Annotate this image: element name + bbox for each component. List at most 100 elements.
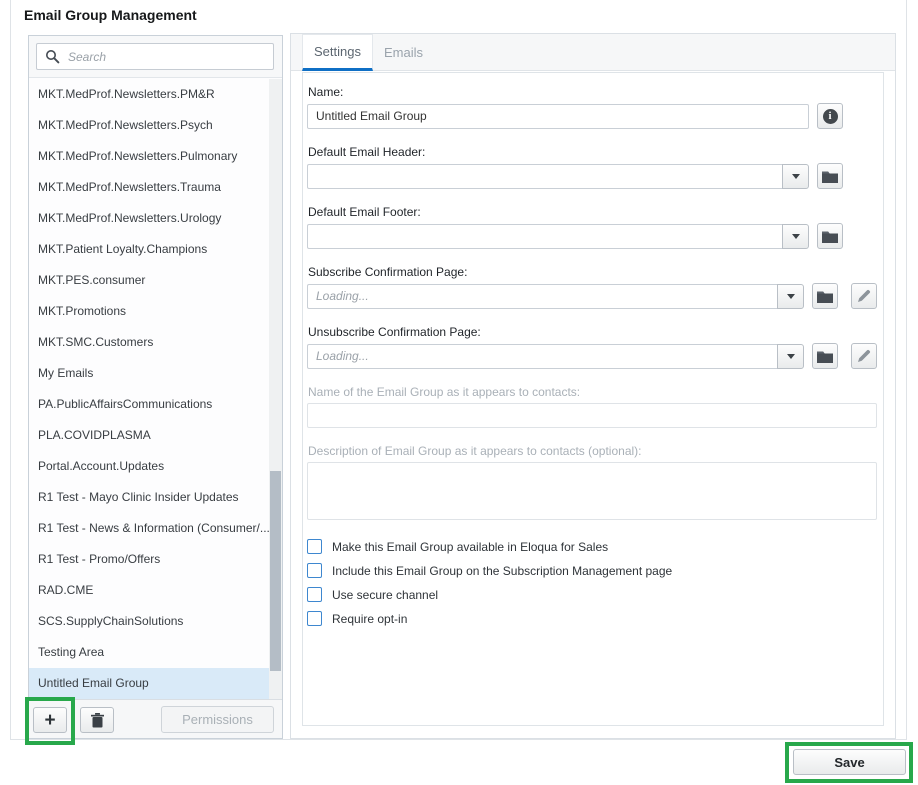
unsubscribe-page-group: Unsubscribe Confirmation Page: <box>307 325 877 369</box>
checkbox-secure-channel[interactable] <box>307 587 322 602</box>
chevron-down-icon <box>792 174 800 179</box>
subscribe-page-input[interactable] <box>307 284 777 309</box>
folder-icon <box>822 230 838 243</box>
list-item[interactable]: MKT.PES.consumer <box>29 265 269 296</box>
list-item[interactable]: MKT.MedProf.Newsletters.Pulmonary <box>29 141 269 172</box>
subscribe-page-combo <box>307 284 804 309</box>
list-item[interactable]: MKT.Promotions <box>29 296 269 327</box>
description-label: Description of Email Group as it appears… <box>308 444 877 458</box>
list-item[interactable]: PA.PublicAffairsCommunications <box>29 389 269 420</box>
default-footer-combo <box>307 224 809 249</box>
checkbox-label: Include this Email Group on the Subscrip… <box>332 564 672 578</box>
email-group-list: MKT.MedProf.Newsletters.PM&R MKT.MedProf… <box>29 79 282 699</box>
folder-icon <box>817 350 833 363</box>
detail-panel: Settings Emails Name: i Default Email He… <box>290 33 896 739</box>
contact-name-label: Name of the Email Group as it appears to… <box>308 385 877 399</box>
checkbox-label: Require opt-in <box>332 612 407 626</box>
list-item[interactable]: R1 Test - Promo/Offers <box>29 544 269 575</box>
checkbox-label: Make this Email Group available in Eloqu… <box>332 540 608 554</box>
checkbox-row-sales: Make this Email Group available in Eloqu… <box>307 539 877 554</box>
default-footer-group: Default Email Footer: <box>307 205 877 249</box>
tab-settings[interactable]: Settings <box>302 34 373 71</box>
chevron-down-icon <box>792 234 800 239</box>
list-item[interactable]: PLA.COVIDPLASMA <box>29 420 269 451</box>
email-group-management-screen: Email Group Management MKT.MedProf.Newsl… <box>0 0 918 785</box>
list-item[interactable]: MKT.MedProf.Newsletters.Trauma <box>29 172 269 203</box>
unsubscribe-page-folder-button[interactable] <box>812 343 838 369</box>
pencil-icon <box>857 289 871 303</box>
list-item[interactable]: MKT.Patient Loyalty.Champions <box>29 234 269 265</box>
default-header-label: Default Email Header: <box>308 145 877 159</box>
list-item-selected[interactable]: Untitled Email Group <box>29 668 269 699</box>
subscribe-page-group: Subscribe Confirmation Page: <box>307 265 877 309</box>
list-scrollbar[interactable] <box>269 79 282 699</box>
settings-form: Name: i Default Email Header: <box>302 72 884 726</box>
default-footer-folder-button[interactable] <box>817 223 843 249</box>
unsubscribe-page-dropdown-button[interactable] <box>777 344 804 369</box>
info-button[interactable]: i <box>817 103 843 129</box>
checkbox-row-secure-channel: Use secure channel <box>307 587 877 602</box>
list-item[interactable]: MKT.MedProf.Newsletters.Psych <box>29 110 269 141</box>
default-header-group: Default Email Header: <box>307 145 877 189</box>
subscribe-page-edit-button[interactable] <box>851 283 877 309</box>
list-item[interactable]: Portal.Account.Updates <box>29 451 269 482</box>
chevron-down-icon <box>787 294 795 299</box>
folder-icon <box>817 290 833 303</box>
checkbox-label: Use secure channel <box>332 588 438 602</box>
search-icon <box>45 49 60 64</box>
default-header-combo <box>307 164 809 189</box>
default-footer-dropdown-button[interactable] <box>782 224 809 249</box>
subscribe-page-folder-button[interactable] <box>812 283 838 309</box>
folder-icon <box>822 170 838 183</box>
default-footer-label: Default Email Footer: <box>308 205 877 219</box>
list-action-bar: + Permissions <box>29 699 282 738</box>
checkbox-eloqua-for-sales[interactable] <box>307 539 322 554</box>
list-item[interactable]: Testing Area <box>29 637 269 668</box>
default-header-folder-button[interactable] <box>817 163 843 189</box>
tab-bar: Settings Emails <box>291 34 895 71</box>
delete-group-button[interactable] <box>80 707 114 733</box>
list-item[interactable]: SCS.SupplyChainSolutions <box>29 606 269 637</box>
list-item[interactable]: MKT.MedProf.Newsletters.Urology <box>29 203 269 234</box>
page-title: Email Group Management <box>24 7 197 23</box>
checkbox-row-subscription-page: Include this Email Group on the Subscrip… <box>307 563 877 578</box>
checkbox-require-opt-in[interactable] <box>307 611 322 626</box>
info-icon: i <box>823 109 838 124</box>
checkbox-subscription-management[interactable] <box>307 563 322 578</box>
name-input[interactable] <box>307 104 809 129</box>
chevron-down-icon <box>787 354 795 359</box>
list-item[interactable]: MKT.SMC.Customers <box>29 327 269 358</box>
contact-name-input <box>307 403 877 428</box>
name-group: Name: i <box>307 85 877 129</box>
checkbox-row-opt-in: Require opt-in <box>307 611 877 626</box>
add-group-button[interactable]: + <box>33 707 67 733</box>
search-bar <box>29 36 282 78</box>
tab-emails[interactable]: Emails <box>373 34 434 71</box>
search-box[interactable] <box>36 43 274 70</box>
search-input[interactable] <box>68 50 273 64</box>
subscribe-page-dropdown-button[interactable] <box>777 284 804 309</box>
list-item[interactable]: MKT.MedProf.Newsletters.PM&R <box>29 79 269 110</box>
save-button[interactable]: Save <box>793 749 906 775</box>
list-item[interactable]: R1 Test - Mayo Clinic Insider Updates <box>29 482 269 513</box>
unsubscribe-page-combo <box>307 344 804 369</box>
permissions-button: Permissions <box>161 706 274 733</box>
description-group: Description of Email Group as it appears… <box>307 444 877 523</box>
pencil-icon <box>857 349 871 363</box>
list-item[interactable]: My Emails <box>29 358 269 389</box>
main-container: Email Group Management MKT.MedProf.Newsl… <box>10 0 907 740</box>
contact-name-group: Name of the Email Group as it appears to… <box>307 385 877 428</box>
list-item[interactable]: R1 Test - News & Information (Consumer/.… <box>29 513 269 544</box>
list-item[interactable]: RAD.CME <box>29 575 269 606</box>
plus-icon: + <box>44 711 55 730</box>
unsubscribe-page-input[interactable] <box>307 344 777 369</box>
list-scrollbar-thumb[interactable] <box>270 471 281 671</box>
default-header-input[interactable] <box>307 164 782 189</box>
default-footer-input[interactable] <box>307 224 782 249</box>
name-label: Name: <box>308 85 877 99</box>
trash-icon <box>91 713 104 728</box>
unsubscribe-page-label: Unsubscribe Confirmation Page: <box>308 325 877 339</box>
default-header-dropdown-button[interactable] <box>782 164 809 189</box>
email-group-list-panel: MKT.MedProf.Newsletters.PM&R MKT.MedProf… <box>28 35 283 739</box>
unsubscribe-page-edit-button[interactable] <box>851 343 877 369</box>
